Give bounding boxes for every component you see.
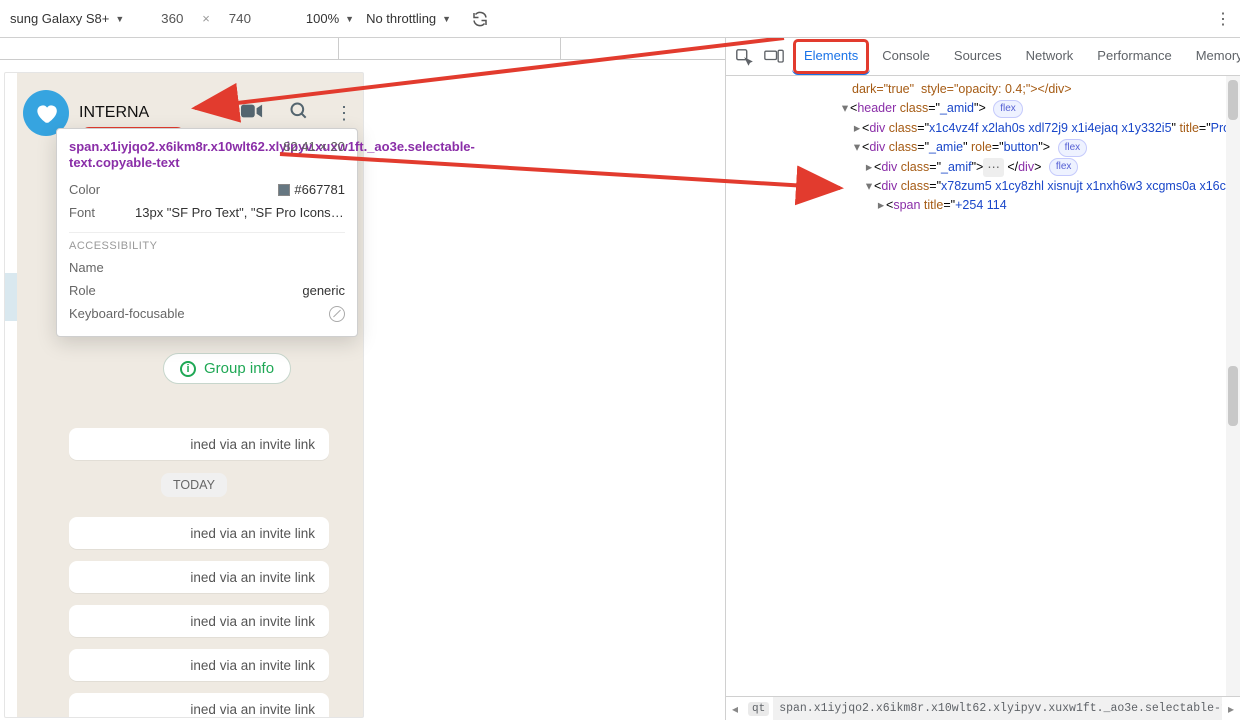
not-focusable-icon bbox=[329, 306, 345, 322]
system-message: ined via an invite link bbox=[69, 649, 329, 681]
devtools-tabbar: Elements Console Sources Network Perform… bbox=[726, 38, 1240, 76]
inspect-icon[interactable] bbox=[734, 47, 754, 67]
tab-memory[interactable]: Memory bbox=[1184, 38, 1240, 75]
a11y-heading: ACCESSIBILITY bbox=[69, 232, 345, 252]
name-label: Name bbox=[69, 260, 104, 275]
device-toolbar: sung Galaxy S8+ ▼ × 100% ▼ No throttling… bbox=[0, 0, 1240, 38]
search-icon[interactable] bbox=[289, 101, 309, 126]
chevron-down-icon: ▼ bbox=[442, 14, 451, 24]
system-message: ined via an invite link bbox=[69, 517, 329, 549]
device-select[interactable]: sung Galaxy S8+ ▼ bbox=[4, 7, 130, 30]
throttle-select[interactable]: No throttling ▼ bbox=[360, 7, 457, 30]
crumb-chip[interactable]: qt bbox=[748, 702, 769, 716]
color-label: Color bbox=[69, 182, 100, 197]
color-swatch bbox=[278, 184, 290, 196]
dom-tree[interactable]: dark="true" style="opacity: 0.4;"></div>… bbox=[726, 76, 1240, 696]
ruler bbox=[0, 38, 725, 60]
device-mode-icon[interactable] bbox=[764, 47, 784, 67]
color-value: #667781 bbox=[278, 182, 345, 197]
info-icon: i bbox=[180, 361, 196, 377]
group-info-label: Group info bbox=[204, 360, 274, 377]
chevron-down-icon: ▼ bbox=[345, 14, 354, 24]
zoom-select[interactable]: 100% ▼ bbox=[300, 7, 360, 30]
scrollbar[interactable] bbox=[1226, 76, 1240, 696]
times-icon: × bbox=[202, 11, 210, 26]
date-divider: TODAY bbox=[161, 473, 227, 497]
role-value: generic bbox=[302, 283, 345, 298]
video-call-icon[interactable] bbox=[241, 103, 263, 124]
width-input[interactable] bbox=[148, 11, 196, 26]
heart-icon bbox=[33, 100, 59, 126]
crumb-path[interactable]: span.x1iyjqo2.x6ikm8r.x10wlt62.xlyipyv.x… bbox=[773, 697, 1222, 720]
system-message: ined via an invite link bbox=[69, 428, 329, 460]
tooltip-selector: span.x1iyjqo2.x6ikm8r.x10wlt62.xlyipyv.x… bbox=[69, 139, 279, 172]
more-icon[interactable]: ⋮ bbox=[1210, 9, 1236, 29]
system-message: ined via an invite link bbox=[69, 605, 329, 637]
menu-icon[interactable]: ⋮ bbox=[335, 103, 353, 124]
font-label: Font bbox=[69, 205, 95, 220]
height-input[interactable] bbox=[216, 11, 264, 26]
device-preview: INTERNA ⋮ +254 114 i Group info ined via… bbox=[0, 38, 726, 720]
inspect-tooltip: span.x1iyjqo2.x6ikm8r.x10wlt62.xlyipyv.x… bbox=[56, 128, 358, 337]
font-value: 13px "SF Pro Text", "SF Pro Icons", syst… bbox=[135, 205, 345, 220]
chevron-down-icon: ▼ bbox=[115, 14, 124, 24]
chat-sidebar bbox=[5, 73, 17, 717]
system-message: ined via an invite link bbox=[69, 561, 329, 593]
zoom-value: 100% bbox=[306, 11, 339, 26]
throttle-value: No throttling bbox=[366, 11, 436, 26]
tab-console[interactable]: Console bbox=[870, 38, 942, 75]
crumb-prev-icon[interactable]: ◂ bbox=[726, 702, 744, 716]
crumb-next-icon[interactable]: ▸ bbox=[1222, 702, 1240, 716]
devtools-panel: Elements Console Sources Network Perform… bbox=[726, 38, 1240, 720]
role-label: Role bbox=[69, 283, 96, 298]
group-info-button[interactable]: i Group info bbox=[163, 353, 291, 384]
device-name: sung Galaxy S8+ bbox=[10, 11, 109, 26]
chat-title: INTERNA bbox=[79, 104, 149, 122]
tab-elements[interactable]: Elements bbox=[792, 38, 870, 75]
breadcrumb-bar: ◂ qt span.x1iyjqo2.x6ikm8r.x10wlt62.xlyi… bbox=[726, 696, 1240, 720]
system-message: ined via an invite link bbox=[69, 693, 329, 718]
tab-performance[interactable]: Performance bbox=[1085, 38, 1183, 75]
tab-network[interactable]: Network bbox=[1014, 38, 1086, 75]
tooltip-dims: 82.41 × 20 bbox=[283, 139, 345, 154]
kf-label: Keyboard-focusable bbox=[69, 306, 185, 322]
tab-sources[interactable]: Sources bbox=[942, 38, 1014, 75]
rotate-icon[interactable] bbox=[469, 8, 491, 30]
